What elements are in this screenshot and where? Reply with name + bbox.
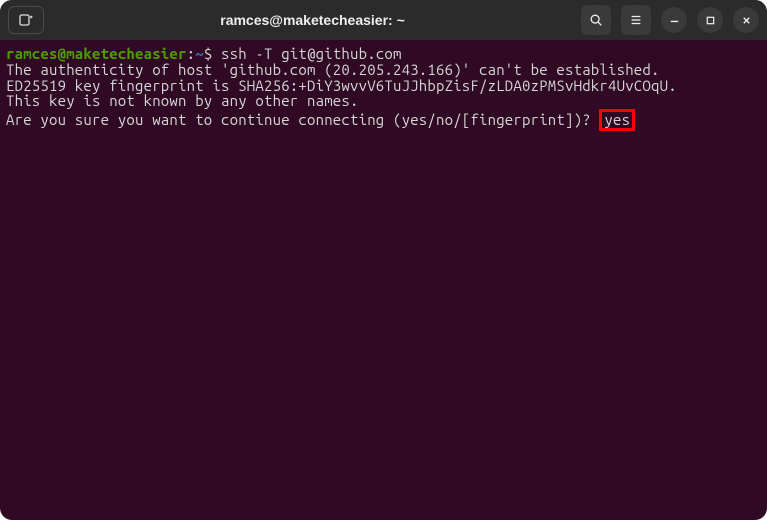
close-icon	[741, 15, 752, 26]
titlebar-left	[8, 6, 44, 34]
prompt-user-host: ramces@maketecheasier	[6, 45, 187, 62]
minimize-button[interactable]	[661, 7, 687, 33]
output-line-3: This key is not known by any other names…	[6, 92, 359, 109]
prompt-sep: :	[187, 45, 196, 62]
search-button[interactable]	[581, 5, 611, 35]
new-tab-icon	[18, 12, 34, 28]
minimize-icon	[669, 15, 680, 26]
hamburger-icon	[629, 13, 643, 27]
output-line-4: Are you sure you want to continue connec…	[6, 111, 599, 128]
maximize-icon	[705, 15, 716, 26]
titlebar-right	[581, 5, 759, 35]
new-tab-button[interactable]	[8, 6, 44, 34]
titlebar: ramces@maketecheasier: ~	[0, 0, 767, 40]
window-title: ramces@maketecheasier: ~	[44, 12, 581, 28]
response-highlight: yes	[599, 109, 635, 131]
prompt-path: ~	[195, 45, 204, 62]
search-icon	[589, 13, 603, 27]
prompt-dollar: $	[204, 45, 221, 62]
output-line-1: The authenticity of host 'github.com (20…	[6, 61, 660, 78]
command-text: ssh -T git@github.com	[221, 45, 402, 62]
menu-button[interactable]	[621, 5, 651, 35]
response-text: yes	[604, 111, 630, 128]
terminal-window: ramces@maketecheasier: ~	[0, 0, 767, 520]
maximize-button[interactable]	[697, 7, 723, 33]
output-line-2: ED25519 key fingerprint is SHA256:+DiY3w…	[6, 77, 677, 94]
close-button[interactable]	[733, 7, 759, 33]
terminal-body[interactable]: ramces@maketecheasier:~$ ssh -T git@gith…	[0, 40, 767, 520]
